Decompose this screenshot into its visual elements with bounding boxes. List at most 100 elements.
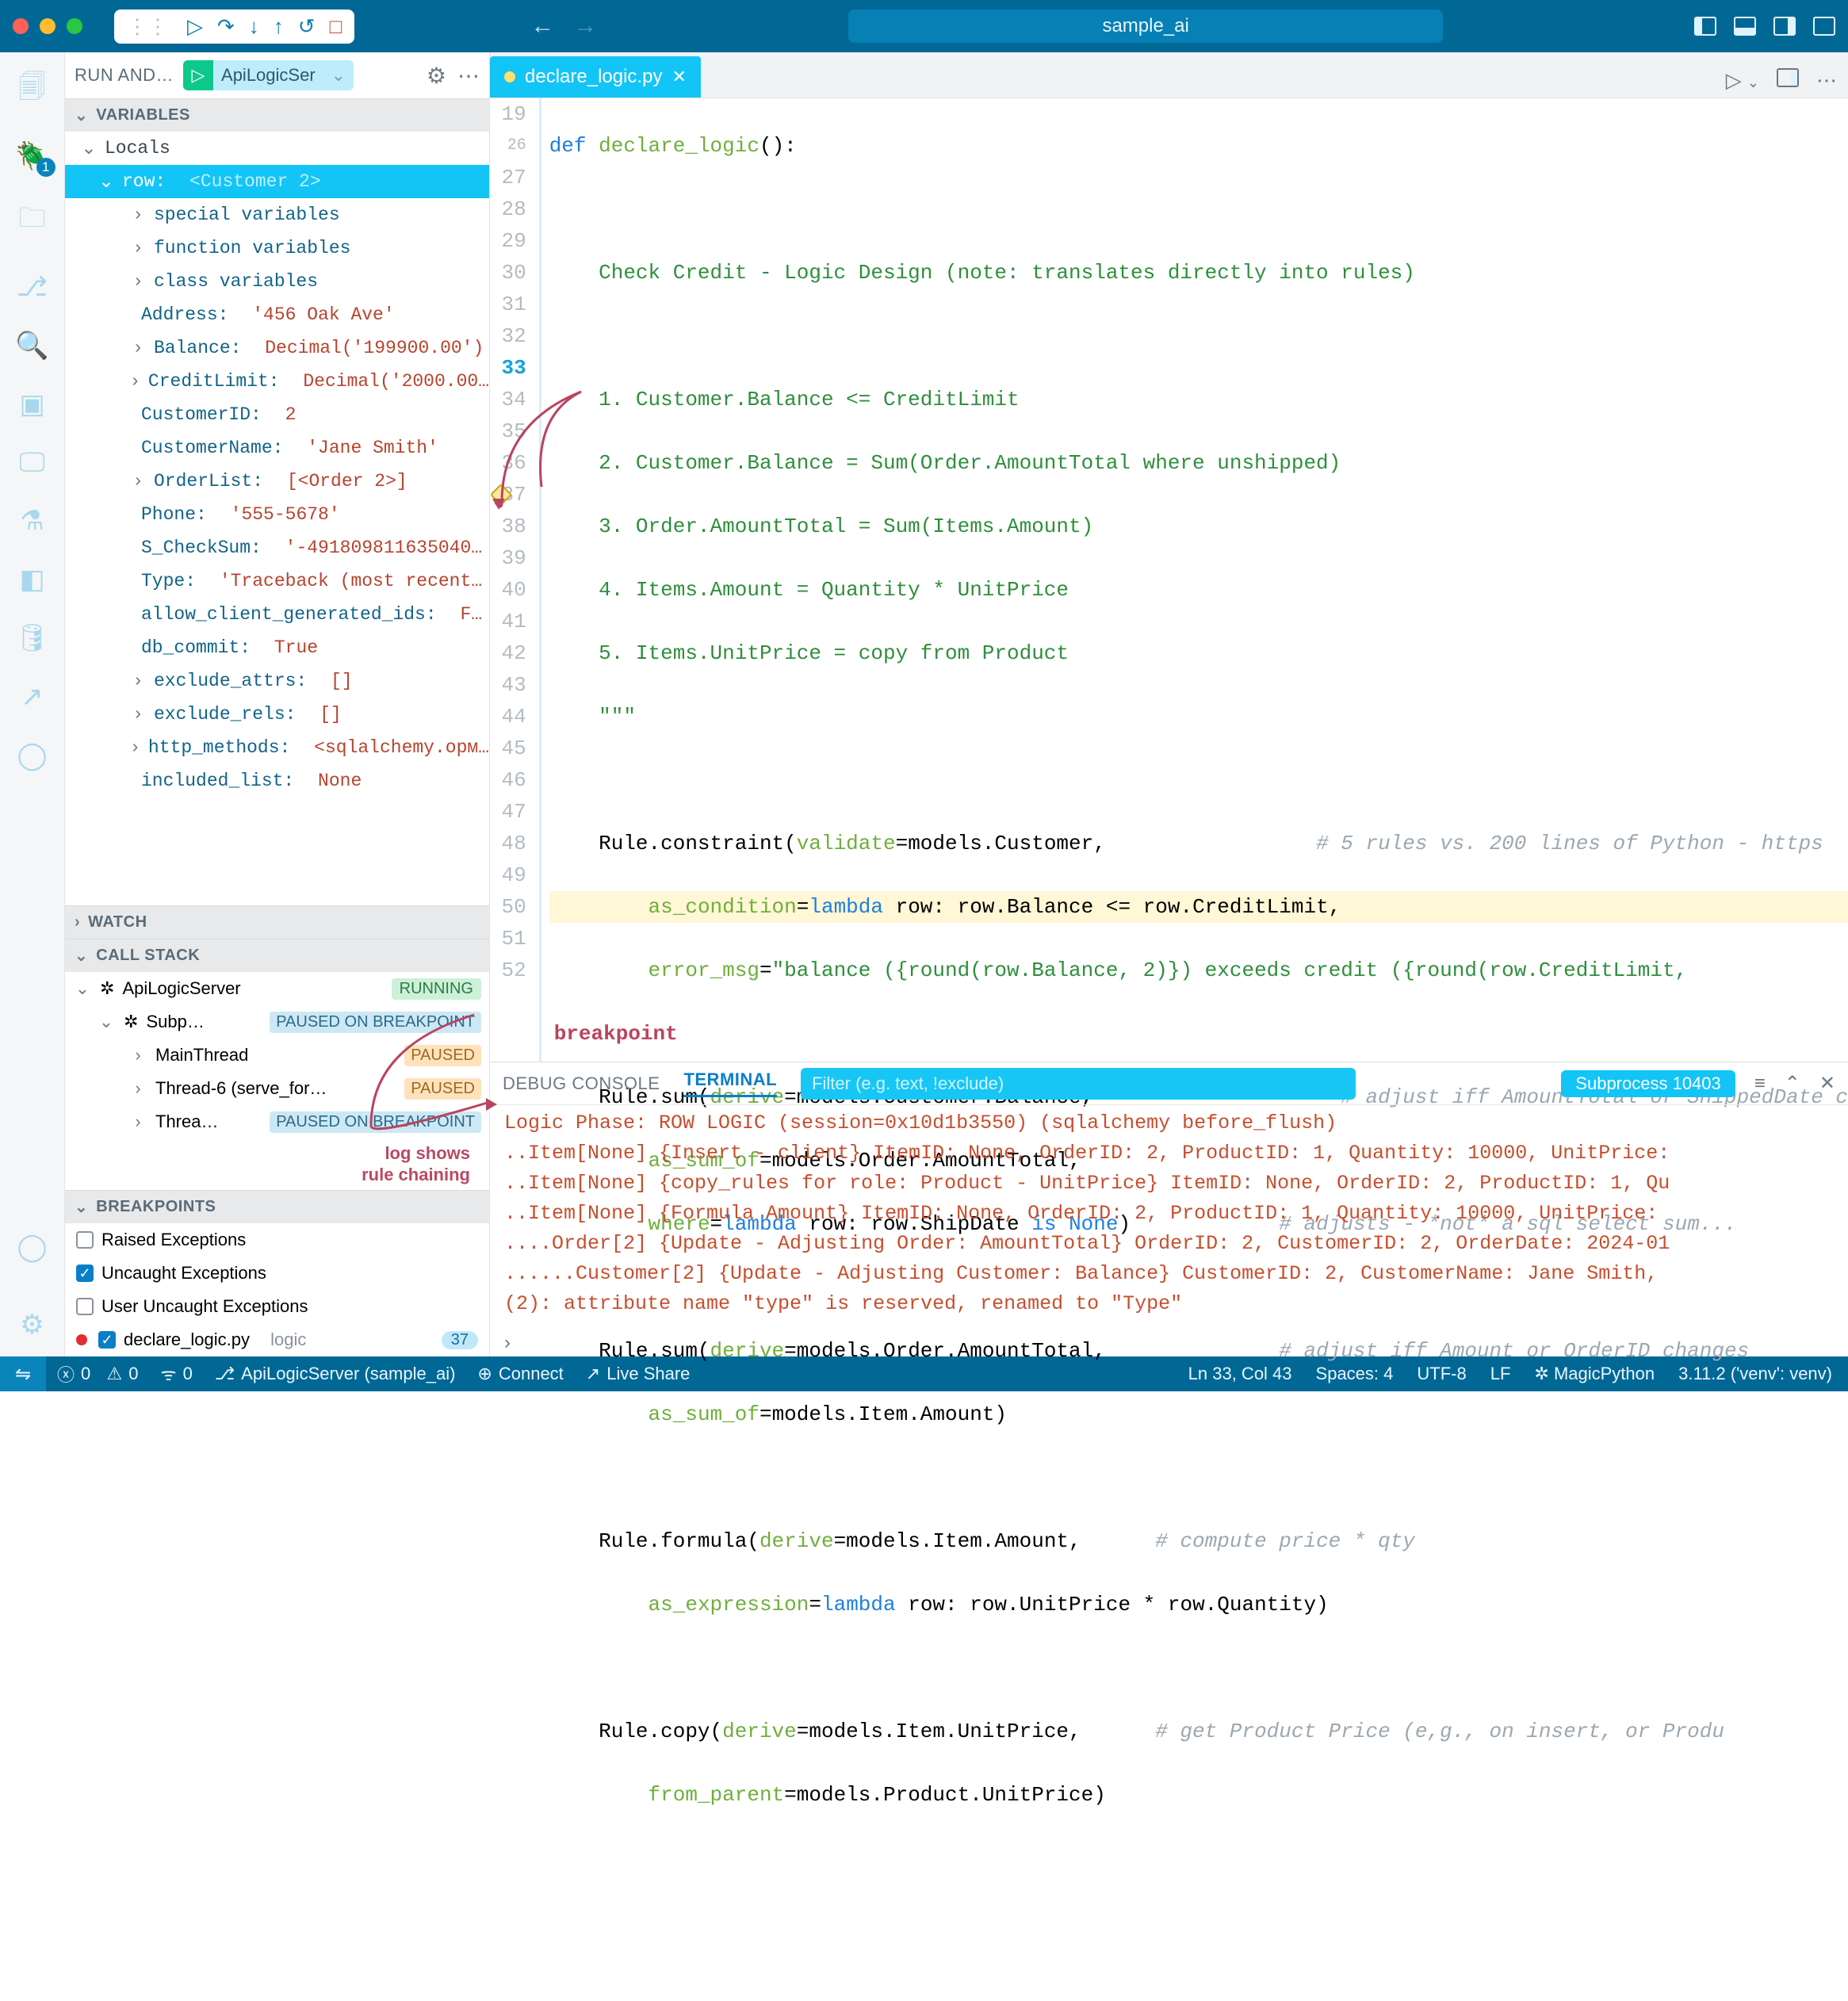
layout-right-icon[interactable] — [1773, 17, 1796, 36]
var-balance[interactable]: ›Balance: Decimal('199900.00') — [65, 331, 489, 365]
continue-icon[interactable]: ▷ — [187, 14, 203, 39]
code-editor[interactable]: 1926 27282930 31323334 3536 37 38394041 … — [490, 98, 1848, 1062]
terminal-output[interactable]: Logic Phase: ROW LOGIC (session=0x10d1b3… — [490, 1105, 1848, 1330]
variables-head[interactable]: ⌄ VARIABLES — [65, 98, 489, 132]
database-icon[interactable]: 🛢 — [15, 622, 49, 654]
breakpoint-dot-icon — [76, 1334, 87, 1345]
bp-uncaught[interactable]: ✓Uncaught Exceptions — [65, 1257, 489, 1290]
var-included-list[interactable]: included_list: None — [65, 764, 489, 798]
var-function[interactable]: ›function variables — [65, 231, 489, 265]
breakpoints-head[interactable]: ⌄BREAKPOINTS — [65, 1190, 489, 1223]
command-center[interactable]: sample_ai — [848, 10, 1443, 43]
maximize-window-icon[interactable] — [67, 18, 82, 34]
terminal-filter-input[interactable] — [801, 1068, 1356, 1100]
stop-icon[interactable]: □ — [330, 14, 342, 39]
folder-icon[interactable]: 🗀 — [19, 199, 46, 244]
watch-head[interactable]: ›WATCH — [65, 905, 489, 939]
tab-terminal[interactable]: TERMINAL — [683, 1069, 777, 1097]
search-icon[interactable]: 🔍 — [15, 330, 48, 362]
var-type[interactable]: Type: 'Traceback (most recent… — [65, 564, 489, 598]
close-icon[interactable]: ✕ — [671, 67, 686, 87]
more-icon[interactable]: ⋯ — [457, 63, 480, 89]
tab-declare-logic[interactable]: declare_logic.py ✕ — [490, 56, 701, 98]
docker-icon[interactable]: ◧ — [19, 564, 44, 595]
filter-settings-icon[interactable]: ≡ — [1754, 1073, 1766, 1095]
github-icon[interactable]: ◯ — [17, 740, 47, 771]
chevron-down-icon[interactable]: ⌄ — [323, 65, 354, 86]
var-customerid[interactable]: CustomerID: 2 — [65, 398, 489, 431]
extensions-icon[interactable]: ▣ — [19, 388, 44, 420]
explorer-icon[interactable]: 🗐 — [19, 68, 46, 113]
var-excl-rels[interactable]: ›exclude_rels: [] — [65, 698, 489, 731]
run-file-icon[interactable]: ▷ ⌄ — [1726, 68, 1759, 93]
var-row[interactable]: ⌄row: <Customer 2> — [65, 165, 489, 198]
code-body[interactable]: def declare_logic(): Check Credit - Logi… — [539, 98, 1848, 1062]
checkbox-checked-icon[interactable]: ✓ — [76, 1264, 94, 1282]
step-out-icon[interactable]: ↑ — [274, 14, 284, 39]
layout-left-icon[interactable] — [1694, 17, 1716, 36]
var-http-methods[interactable]: ›http_methods: <sqlalchemy.орм… — [65, 731, 489, 764]
checkbox-checked-icon[interactable]: ✓ — [98, 1331, 116, 1349]
nav-arrows: ← → — [530, 13, 597, 40]
run-debug-title: RUN AND… — [75, 65, 174, 86]
locals-scope[interactable]: ⌄Locals — [65, 132, 489, 165]
grip-icon[interactable]: ⋮⋮ — [127, 14, 168, 39]
close-panel-icon[interactable]: ✕ — [1819, 1072, 1835, 1095]
sidebar: RUN AND… ▷ ApiLogicSer ⌄ ⚙ ⋯ ⌄ VARIABLES… — [65, 52, 490, 1356]
callstack-head[interactable]: ⌄CALL STACK — [65, 939, 489, 972]
source-control-icon[interactable]: ⎇ — [17, 271, 48, 303]
step-into-icon[interactable]: ↓ — [249, 14, 259, 39]
debug-icon[interactable]: 🪲1 — [15, 140, 48, 172]
terminal-panel: DEBUG CONSOLE TERMINAL Subprocess 10403 … — [490, 1062, 1848, 1356]
ports[interactable]: ᯤ 0 — [160, 1362, 192, 1386]
restart-icon[interactable]: ↺ — [298, 14, 316, 39]
bp-file[interactable]: ✓declare_logic.py logic37 — [65, 1323, 489, 1356]
checkbox-icon[interactable] — [76, 1298, 94, 1315]
var-orderlist[interactable]: ›OrderList: [<Order 2>] — [65, 465, 489, 498]
layout-bottom-icon[interactable] — [1734, 17, 1756, 36]
variables-label: VARIABLES — [96, 106, 190, 124]
testing-icon[interactable]: ⚗ — [20, 505, 44, 537]
var-customername[interactable]: CustomerName: 'Jane Smith' — [65, 431, 489, 465]
settings-icon[interactable]: ⚙ — [20, 1309, 44, 1341]
split-editor-icon[interactable] — [1777, 68, 1799, 87]
step-over-icon[interactable]: ↷ — [217, 14, 235, 39]
subprocess-chip[interactable]: Subprocess 10403 — [1561, 1070, 1735, 1097]
var-special[interactable]: ›special variables — [65, 198, 489, 231]
var-checksum[interactable]: S_CheckSum: '-491809811635040… — [65, 531, 489, 564]
var-phone[interactable]: Phone: '555-5678' — [65, 498, 489, 531]
bp-raised[interactable]: Raised Exceptions — [65, 1223, 489, 1257]
breakpoint-marker-icon[interactable] — [490, 484, 512, 506]
bp-user-uncaught[interactable]: User Uncaught Exceptions — [65, 1290, 489, 1323]
var-class[interactable]: ›class variables — [65, 265, 489, 298]
remote-indicator-icon[interactable]: ⇋ — [0, 1356, 46, 1391]
nav-forward-icon[interactable]: → — [573, 13, 597, 40]
problems[interactable]: ⓧ 0 ⚠ 0 — [57, 1361, 138, 1387]
var-address[interactable]: Address: '456 Oak Ave' — [65, 298, 489, 331]
gutter: 1926 27282930 31323334 3536 37 38394041 … — [490, 98, 539, 1062]
gear-icon[interactable]: ⚙ — [427, 63, 446, 89]
close-window-icon[interactable] — [13, 18, 29, 34]
folder-status[interactable]: ⎇ ApiLogicServer (sample_ai) — [215, 1364, 456, 1384]
nav-back-icon[interactable]: ← — [530, 13, 554, 40]
minimize-window-icon[interactable] — [40, 18, 55, 34]
window-title: sample_ai — [1102, 15, 1188, 37]
repl-prompt-icon[interactable]: › — [504, 1332, 511, 1354]
window-controls — [13, 18, 105, 34]
var-acgi[interactable]: allow_client_generated_ids: F… — [65, 598, 489, 631]
more-icon[interactable]: ⋯ — [1816, 68, 1837, 93]
remote-explorer-icon[interactable]: 🖵 — [19, 447, 45, 478]
launch-config[interactable]: ▷ ApiLogicSer ⌄ — [183, 60, 354, 90]
tab-debug-console[interactable]: DEBUG CONSOLE — [503, 1073, 660, 1094]
share-icon[interactable]: ↗ — [21, 681, 44, 713]
var-creditlimit[interactable]: ›CreditLimit: Decimal('2000.00… — [65, 365, 489, 398]
account-icon[interactable]: ◯ — [17, 1231, 47, 1263]
callstack-label: CALL STACK — [96, 947, 200, 965]
bp-count-badge: 37 — [442, 1331, 478, 1349]
var-excl-attrs[interactable]: ›exclude_attrs: [] — [65, 664, 489, 698]
var-dbcommit[interactable]: db_commit: True — [65, 631, 489, 664]
collapse-icon[interactable]: ⌃ — [1785, 1072, 1800, 1095]
layout-custom-icon[interactable] — [1813, 17, 1835, 36]
checkbox-icon[interactable] — [76, 1231, 94, 1249]
start-debug-icon[interactable]: ▷ — [183, 60, 213, 90]
